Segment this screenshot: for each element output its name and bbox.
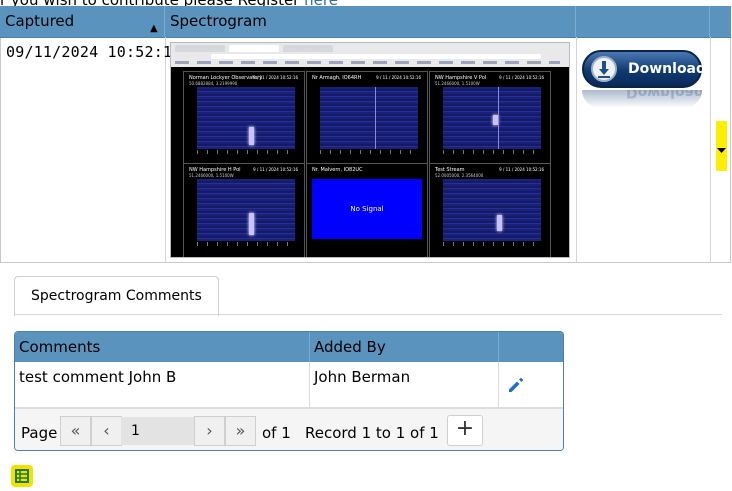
tab-spectrogram-comments[interactable]: Spectrogram Comments bbox=[14, 276, 219, 316]
comments-header: Comments Added By bbox=[15, 332, 563, 362]
download-button-reflection: Download bbox=[582, 90, 702, 108]
thumbnail-panel: Test Stream 52.0005000, 2.3564000 9 / 11… bbox=[429, 163, 551, 257]
grid-header: Captured ▲ Spectrogram bbox=[0, 6, 731, 38]
comments-grid: Comments Added By test comment John B Jo… bbox=[14, 331, 564, 451]
column-header-actions bbox=[499, 332, 563, 362]
column-header-spectrogram[interactable]: Spectrogram bbox=[165, 6, 576, 37]
tab-divider bbox=[14, 314, 722, 315]
download-button[interactable]: Download bbox=[582, 50, 706, 88]
last-page-button[interactable]: » bbox=[225, 416, 256, 446]
column-divider bbox=[710, 37, 711, 263]
download-icon bbox=[591, 56, 617, 82]
next-page-button[interactable]: › bbox=[194, 416, 225, 446]
thumbnail-panel: Norman Lockyer Observatory 50.6882884, 3… bbox=[183, 71, 305, 167]
spreadsheet-icon[interactable] bbox=[11, 465, 33, 487]
column-divider bbox=[576, 37, 577, 263]
pager: Page « ‹ 1 › » of 1 Record 1 to 1 of 1 + bbox=[15, 408, 563, 450]
page-label: Page bbox=[21, 424, 58, 442]
column-divider bbox=[165, 37, 166, 263]
comment-cell: test comment John B bbox=[15, 362, 310, 408]
added-by-cell: John Berman bbox=[310, 362, 499, 408]
page-count: of 1 bbox=[262, 424, 291, 442]
thumbnail-panel: Nr. Malvern, IO82UC No Signal bbox=[306, 163, 428, 257]
column-header-added-by[interactable]: Added By bbox=[310, 332, 499, 362]
record-count: Record 1 to 1 of 1 bbox=[305, 424, 439, 442]
column-header-captured[interactable]: Captured ▲ bbox=[0, 6, 165, 37]
sort-asc-icon[interactable]: ▲ bbox=[150, 13, 158, 44]
first-page-button[interactable]: « bbox=[60, 416, 91, 446]
add-comment-button[interactable]: + bbox=[447, 415, 483, 446]
column-header-comments[interactable]: Comments bbox=[15, 332, 310, 362]
edit-pencil-icon[interactable] bbox=[507, 376, 525, 394]
thumbnail-panel: NW Hampshire V Pol 51.2466000, 1.5100W 9… bbox=[429, 71, 551, 167]
scroll-marker[interactable] bbox=[716, 121, 727, 171]
thumbnail-panel: Nr Armagh, IO64RH 9 / 11 / 2024 10:52:16 bbox=[306, 71, 428, 167]
column-header-extra bbox=[710, 6, 731, 37]
prev-page-button[interactable]: ‹ bbox=[91, 416, 122, 446]
thumbnail-browser-chrome bbox=[171, 43, 569, 67]
spectrogram-thumbnail[interactable]: Norman Lockyer Observatory 50.6882884, 3… bbox=[170, 42, 570, 258]
page-input[interactable]: 1 bbox=[121, 417, 194, 445]
thumbnail-panel: NW Hampshire H Pol 51.2466000, 1.5100W 9… bbox=[183, 163, 305, 257]
column-header-download bbox=[576, 6, 710, 37]
captured-timestamp: 09/11/2024 10:52:16 bbox=[6, 43, 182, 61]
